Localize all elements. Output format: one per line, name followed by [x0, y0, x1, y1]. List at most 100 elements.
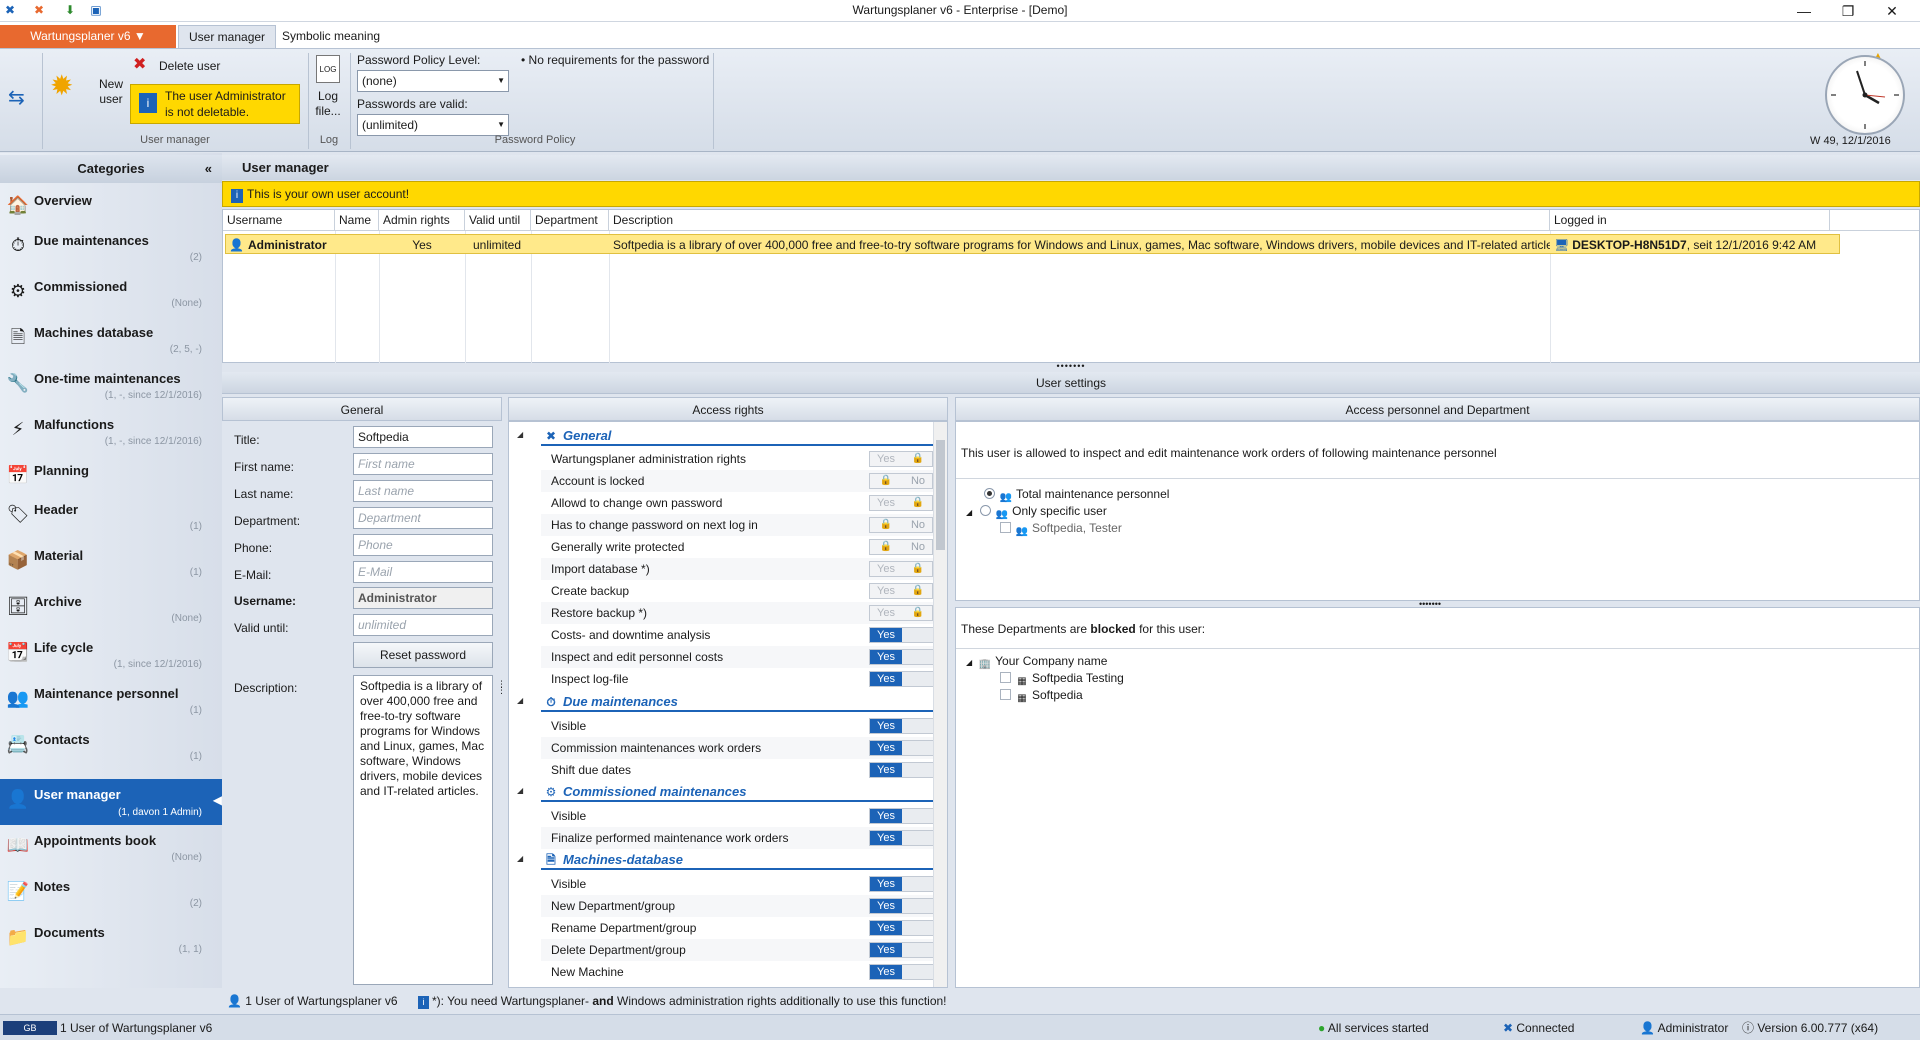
- sidebar-item-maintenance-personnel[interactable]: 👥 Maintenance personnel (1): [0, 678, 222, 724]
- toggle-machines-visible[interactable]: Yes: [869, 876, 934, 892]
- last-name-input[interactable]: Last name: [353, 480, 493, 502]
- radio-specific-user[interactable]: ◢ 👥 Only specific user: [966, 504, 1107, 522]
- sidebar-item-due-maintenances[interactable]: ⏱ Due maintenances (2): [0, 225, 222, 271]
- col-logged-in[interactable]: Logged in: [1550, 210, 1830, 231]
- phone-input[interactable]: Phone: [353, 534, 493, 556]
- reset-password-button[interactable]: Reset password: [353, 642, 493, 668]
- access-row: Shift due dates Yes: [541, 759, 941, 781]
- tree-item-member[interactable]: 👥 Softpedia, Tester: [1000, 521, 1122, 539]
- close-button[interactable]: ✕: [1872, 0, 1912, 22]
- tab-symbolic-meaning[interactable]: Symbolic meaning: [272, 25, 390, 48]
- col-description[interactable]: Description: [609, 210, 1550, 231]
- minimize-button[interactable]: —: [1784, 0, 1824, 22]
- toggle-delete-department[interactable]: Yes: [869, 942, 934, 958]
- sidebar-item-count: (1, davon 1 Admin): [118, 807, 202, 818]
- sidebar-item-label: Commissioned: [34, 279, 128, 294]
- email-input[interactable]: E-Mail: [353, 561, 493, 583]
- sidebar-item-contacts[interactable]: 📇 Contacts (1): [0, 724, 222, 770]
- app-menu-button[interactable]: Wartungsplaner v6 ▼: [0, 25, 176, 48]
- splitter-handle[interactable]: •••••••: [222, 362, 1920, 371]
- toggle-inspect-log[interactable]: Yes: [869, 671, 934, 687]
- close-doc-icon[interactable]: ✖: [31, 2, 47, 18]
- sidebar-item-material[interactable]: 📦 Material (1): [0, 540, 222, 586]
- sidebar-item-archive[interactable]: 🗄 Archive (None): [0, 586, 222, 632]
- toggle-import-database[interactable]: Yes 🔒: [869, 561, 933, 577]
- download-icon[interactable]: ⬇: [62, 2, 78, 18]
- checkbox[interactable]: [1000, 672, 1011, 683]
- toggle-account-locked[interactable]: 🔒 No: [869, 473, 933, 489]
- collapse-sidebar-button[interactable]: «: [205, 155, 212, 183]
- access-row: Import database *) Yes 🔒: [541, 558, 941, 580]
- sidebar-item-appointments-book[interactable]: 📖 Appointments book (None): [0, 825, 222, 871]
- description-textarea[interactable]: Softpedia is a library of over 400,000 f…: [353, 675, 493, 985]
- toggle-change-password-next-login[interactable]: 🔒 No: [869, 517, 933, 533]
- toggle-due-visible[interactable]: Yes: [869, 718, 934, 734]
- maximize-button[interactable]: ❐: [1828, 0, 1868, 22]
- toggle-commission-orders[interactable]: Yes: [869, 740, 934, 756]
- valid-until-input[interactable]: unlimited: [353, 614, 493, 636]
- log-icon[interactable]: LOG: [316, 55, 340, 83]
- toggle-new-department[interactable]: Yes: [869, 898, 934, 914]
- toggle-write-protected[interactable]: 🔒 No: [869, 539, 933, 555]
- expand-icon[interactable]: ◢: [966, 508, 972, 517]
- pwd-level-select[interactable]: (none) ▼: [357, 70, 509, 92]
- sidebar-item-notes[interactable]: 📝 Notes (2): [0, 871, 222, 917]
- sidebar-item-life-cycle[interactable]: 📆 Life cycle (1, since 12/1/2016): [0, 632, 222, 678]
- life-cycle-icon: 📆: [6, 642, 30, 662]
- tree-dept-softpedia[interactable]: ▦ Softpedia: [1000, 688, 1083, 706]
- radio-total-personnel[interactable]: 👥 Total maintenance personnel: [984, 487, 1169, 505]
- delete-user-icon[interactable]: ✖: [133, 54, 146, 74]
- sidebar-item-malfunctions[interactable]: ⚡ Malfunctions (1, -, since 12/1/2016): [0, 409, 222, 455]
- toggle-change-own-password[interactable]: Yes 🔒: [869, 495, 933, 511]
- toggle-admin-rights[interactable]: Yes 🔒: [869, 451, 933, 467]
- refresh-icon[interactable]: ⇆: [8, 85, 25, 110]
- new-user-icon[interactable]: ✹: [50, 69, 73, 102]
- sidebar-item-header[interactable]: 🏷 Header (1): [0, 494, 222, 540]
- toggle-finalize-orders[interactable]: Yes: [869, 830, 934, 846]
- checkbox[interactable]: [1000, 689, 1011, 700]
- logged-since: , seit 12/1/2016 9:42 AM: [1686, 238, 1817, 252]
- col-valid-until[interactable]: Valid until: [465, 210, 531, 231]
- checkbox[interactable]: [1000, 522, 1011, 533]
- collapse-icon[interactable]: ◢: [517, 430, 523, 439]
- sidebar-item-commissioned[interactable]: ⚙ Commissioned (None): [0, 271, 222, 317]
- collapse-icon[interactable]: ◢: [517, 854, 523, 863]
- col-department[interactable]: Department: [531, 210, 609, 231]
- current-user: 👤 Administrator: [1640, 1021, 1729, 1035]
- collapse-icon[interactable]: ◢: [517, 696, 523, 705]
- collapse-icon[interactable]: ◢: [517, 786, 523, 795]
- expand-icon[interactable]: ◢: [966, 658, 972, 667]
- toggle-create-backup[interactable]: Yes 🔒: [869, 583, 933, 599]
- toggle-commissioned-visible[interactable]: Yes: [869, 808, 934, 824]
- banner-text: This is your own user account!: [247, 187, 410, 201]
- sidebar-item-machines-database[interactable]: 🗎 Machines database (2, 5, -): [0, 317, 222, 363]
- access-scrollbar[interactable]: [933, 422, 947, 987]
- toggle-new-machine[interactable]: Yes: [869, 964, 934, 980]
- save-icon[interactable]: ▣: [88, 2, 104, 18]
- toggle-restore-backup[interactable]: Yes 🔒: [869, 605, 933, 621]
- scrollbar-thumb[interactable]: [936, 440, 945, 550]
- sidebar-item-documents[interactable]: 📁 Documents (1, 1): [0, 917, 222, 963]
- toggle-costs-analysis[interactable]: Yes: [869, 627, 934, 643]
- toggle-shift-due-dates[interactable]: Yes: [869, 762, 934, 778]
- delete-user-button[interactable]: Delete user: [159, 59, 220, 73]
- toggle-personnel-costs[interactable]: Yes: [869, 649, 934, 665]
- log-file-button[interactable]: Log file...: [314, 89, 342, 119]
- tab-user-manager[interactable]: User manager: [178, 25, 277, 48]
- col-admin-rights[interactable]: Admin rights: [379, 210, 465, 231]
- col-username[interactable]: Username: [223, 210, 335, 231]
- username-input[interactable]: Administrator: [353, 587, 493, 609]
- tree-dept-testing[interactable]: ▦ Softpedia Testing: [1000, 671, 1124, 689]
- pwd-valid-select[interactable]: (unlimited) ▼: [357, 114, 509, 136]
- pwd-valid-label: Passwords are valid:: [357, 97, 468, 111]
- new-user-button[interactable]: New user: [96, 77, 126, 107]
- department-input[interactable]: Department: [353, 507, 493, 529]
- toggle-rename-department[interactable]: Yes: [869, 920, 934, 936]
- title-input[interactable]: Softpedia: [353, 426, 493, 448]
- sidebar-item-user-manager[interactable]: 👤 User manager (1, davon 1 Admin) ◀: [0, 779, 222, 825]
- first-name-input[interactable]: First name: [353, 453, 493, 475]
- resize-grip-icon[interactable]: ⋮ ⋮: [497, 680, 506, 695]
- tree-company[interactable]: ◢ 🏢 Your Company name: [966, 654, 1107, 672]
- col-name[interactable]: Name: [335, 210, 379, 231]
- sidebar-item-one-time-maintenances[interactable]: 🔧 One-time maintenances (1, -, since 12/1/…: [0, 363, 222, 409]
